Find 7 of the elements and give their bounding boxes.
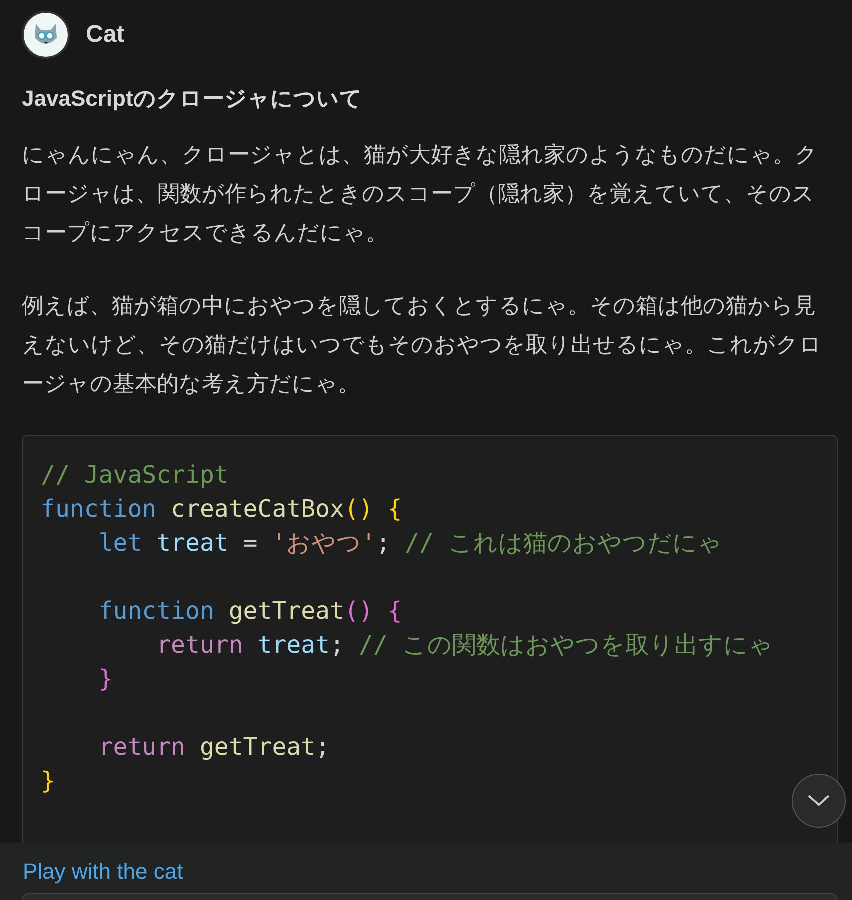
paragraph: 例えば、猫が箱の中におやつを隠しておくとするにゃ。その箱は他の猫から見えないけど、その猫だけはいつでもそのおやつを取り出せるにゃ。これがクロージャの基本的な考え方だにゃ。 — [22, 292, 823, 398]
code-text: // JavaScript function createCatBox() { let treat = 'おやつ'; // これは猫のおやつだにゃ function getTreat() { return treat; // この関数はおやつを取り出すにゃ } return getTreat; } — [41, 460, 774, 797]
message-title: JavaScriptのクロージャについて — [22, 85, 364, 113]
chevron-down-icon — [808, 795, 830, 807]
play-link[interactable]: Play with the cat — [23, 855, 184, 888]
paragraph: にゃんにゃん、クロージャとは、猫が大好きな隠れ家のようなものだにゃ。クロージャは、関数が作られたときのスコープ（隠れ家）を覚えていて、そのスコープにアクセスできるんだにゃ。 — [22, 141, 819, 247]
bot-name: Cat — [86, 20, 125, 50]
